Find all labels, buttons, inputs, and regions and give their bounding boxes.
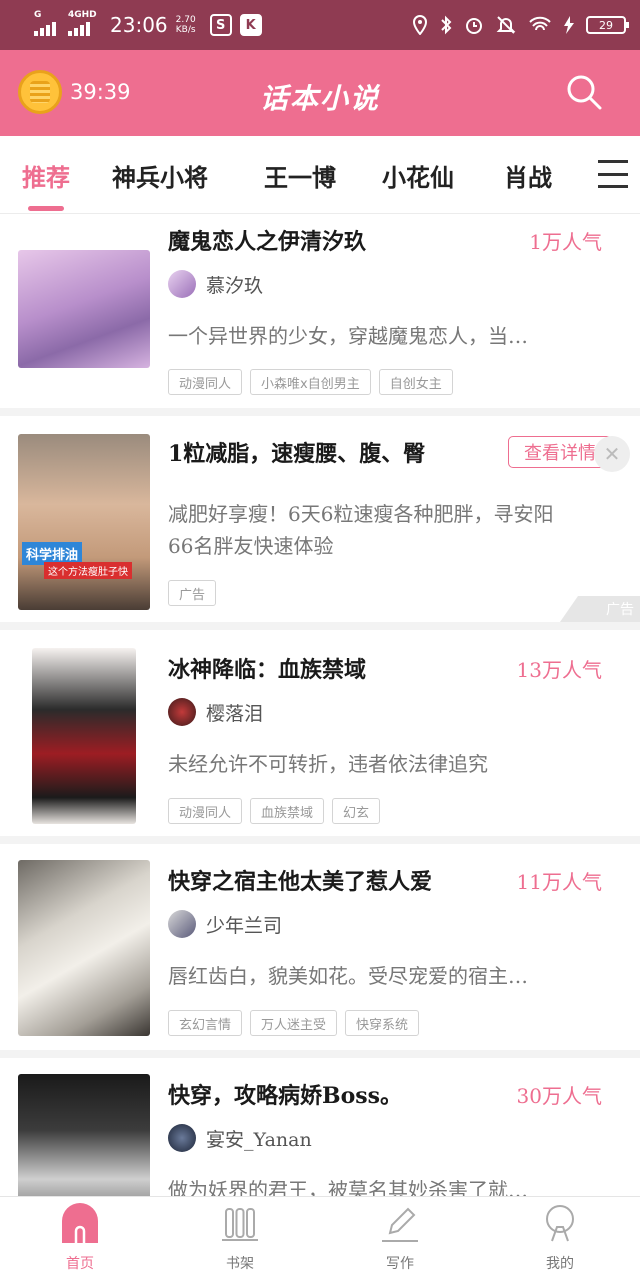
tag[interactable]: 万人迷主受 (250, 1010, 338, 1036)
book-description: 做为妖界的君王，被莫名其妙杀害了就… (168, 1178, 528, 1196)
pen-icon (382, 1207, 418, 1242)
app-title: 话本小说 (259, 82, 380, 115)
book-title[interactable]: 快穿，攻略病娇Boss。 (168, 1078, 402, 1110)
book-title[interactable]: 冰神降临：血族禁域 (168, 652, 366, 684)
book-card[interactable]: 冰神降临：血族禁域 13万人气 樱落泪 未经允许不可转折，违者依法律追究 动漫同… (0, 630, 640, 844)
author-name: 少年兰司 (206, 914, 283, 937)
book-cover[interactable] (18, 250, 150, 368)
ad-mark: 广告 (560, 596, 640, 622)
nav-home[interactable]: 首页 (40, 1203, 120, 1273)
book-card[interactable]: 魔鬼恋人之伊清汐玖 1万人气 慕汐玖 一个异世界的少女，穿越魔鬼恋人，当… 动漫… (0, 214, 640, 416)
network-type-label: G (34, 10, 42, 20)
close-ad-icon[interactable]: ✕ (594, 436, 630, 472)
tag-list: 玄幻言情 万人迷主受 快穿系统 (168, 1010, 420, 1036)
nav-label: 书架 (226, 1256, 254, 1272)
author-row[interactable]: 宴安_Yanan (168, 1124, 312, 1152)
book-description: 唇红齿白，貌美如花。受尽宠爱的宿主… (168, 964, 528, 988)
tag[interactable]: 动漫同人 (168, 369, 243, 395)
book-card[interactable]: 快穿，攻略病娇Boss。 30万人气 宴安_Yanan 做为妖界的君王，被莫名其… (0, 1058, 640, 1196)
tag[interactable]: 玄幻言情 (168, 1010, 243, 1036)
ad-description-line: 减肥好享瘦！6天6粒速瘦各种肥胖，寻安阳 (168, 502, 554, 526)
book-list: 魔鬼恋人之伊清汐玖 1万人气 慕汐玖 一个异世界的少女，穿越魔鬼恋人，当… 动漫… (0, 214, 640, 1196)
app-header: 39:39 话本小说 (0, 50, 640, 136)
status-bar: G 4GHD 23:06 2.70 KB/s S K 29 (0, 0, 640, 50)
app-notification-icon: S (209, 14, 232, 36)
book-description: 未经允许不可转折，违者依法律追究 (168, 752, 488, 776)
network-type-label-2: 4GHD (68, 10, 97, 20)
book-description: 一个异世界的少女，穿越魔鬼恋人，当… (168, 324, 528, 348)
nav-profile[interactable]: 我的 (520, 1203, 600, 1273)
tab-shenbing[interactable]: 神兵小将 (112, 158, 208, 193)
tag[interactable]: 幻玄 (332, 798, 381, 824)
tag[interactable]: 自创女主 (378, 369, 453, 395)
bookshelf-icon (222, 1208, 258, 1241)
book-card[interactable]: 快穿之宿主他太美了惹人爱 11万人气 少年兰司 唇红齿白，貌美如花。受尽宠爱的宿… (0, 844, 640, 1058)
popularity: 13万人气 (516, 658, 602, 682)
tag[interactable]: 动漫同人 (168, 798, 243, 824)
author-row[interactable]: 慕汐玖 (168, 270, 263, 298)
network-speed: 2.70 KB/s (176, 15, 196, 35)
book-cover[interactable] (18, 1074, 150, 1196)
avatar (168, 1124, 196, 1152)
book-title[interactable]: 快穿之宿主他太美了惹人爱 (168, 864, 432, 896)
tab-wangyibo[interactable]: 王一博 (264, 158, 336, 193)
alarm-icon (466, 18, 482, 34)
cell-signal-icon-2: 4GHD (68, 10, 97, 36)
avatar (168, 270, 196, 298)
tag[interactable]: 快穿系统 (345, 1010, 420, 1036)
ad-mark-label: 广告 (606, 602, 634, 618)
nav-bookshelf[interactable]: 书架 (200, 1203, 280, 1273)
popularity: 30万人气 (516, 1084, 602, 1108)
ad-title[interactable]: 1粒减脂，速瘦腰、腹、臀 (168, 436, 425, 468)
ad-card[interactable]: 科学排油 这个方法瘦肚子快 1粒减脂，速瘦腰、腹、臀 查看详情 ✕ 减肥好享瘦！… (0, 416, 640, 630)
author-name: 慕汐玖 (206, 274, 264, 297)
author-row[interactable]: 樱落泪 (168, 698, 263, 726)
bottom-navigation: 首页 书架 写作 我的 (0, 1196, 640, 1276)
tab-xiaozhan[interactable]: 肖战 (504, 158, 552, 193)
ad-tag-list: 广告 (168, 580, 217, 606)
ad-image-subcaption: 这个方法瘦肚子快 (44, 562, 132, 579)
author-name: 樱落泪 (206, 702, 264, 725)
status-time: 23:06 (110, 13, 168, 37)
author-name: 宴安_Yanan (206, 1128, 312, 1151)
location-icon (412, 15, 428, 35)
mute-icon (496, 16, 516, 34)
popularity: 1万人气 (529, 230, 602, 254)
nav-write[interactable]: 写作 (360, 1203, 440, 1273)
tag[interactable]: 小森唯x自创男主 (250, 369, 371, 395)
tag-list: 动漫同人 小森唯x自创男主 自创女主 (168, 369, 453, 395)
book-title[interactable]: 魔鬼恋人之伊清汐玖 (168, 224, 366, 256)
author-row[interactable]: 少年兰司 (168, 910, 282, 938)
cell-signal-icon: G (34, 10, 56, 36)
category-tabs: 推荐 神兵小将 王一博 小花仙 肖战 (0, 136, 640, 214)
avatar (168, 698, 196, 726)
book-cover[interactable] (32, 648, 136, 824)
battery-icon: 29 (586, 16, 629, 34)
app-notification-icon-k: K (239, 14, 262, 36)
bluetooth-icon (441, 15, 452, 35)
active-tab-indicator (28, 206, 64, 211)
book-cover[interactable] (18, 860, 150, 1036)
nav-label: 我的 (546, 1256, 574, 1272)
avatar (168, 910, 196, 938)
ad-description: 减肥好享瘦！6天6粒速瘦各种肥胖，寻安阳 66名胖友快速体验 (168, 498, 618, 562)
home-icon (62, 1203, 98, 1243)
popularity: 11万人气 (516, 870, 602, 894)
ad-description-line: 66名胖友快速体验 (168, 534, 334, 558)
charging-icon (564, 16, 574, 34)
profile-icon (546, 1205, 574, 1242)
menu-icon[interactable] (598, 160, 628, 188)
ad-tag: 广告 (168, 580, 217, 606)
nav-label: 首页 (66, 1256, 94, 1272)
speed-unit: KB/s (175, 25, 196, 35)
tab-xiaohuaxian[interactable]: 小花仙 (382, 158, 454, 193)
tab-recommend[interactable]: 推荐 (22, 158, 70, 193)
tag-list: 动漫同人 血族禁域 幻玄 (168, 798, 381, 824)
ad-image[interactable]: 科学排油 这个方法瘦肚子快 (18, 434, 150, 610)
nav-label: 写作 (386, 1256, 414, 1272)
speed-value: 2.70 (175, 15, 196, 25)
search-icon[interactable] (566, 74, 602, 110)
wifi-icon (529, 16, 551, 31)
tag[interactable]: 血族禁域 (250, 798, 325, 824)
